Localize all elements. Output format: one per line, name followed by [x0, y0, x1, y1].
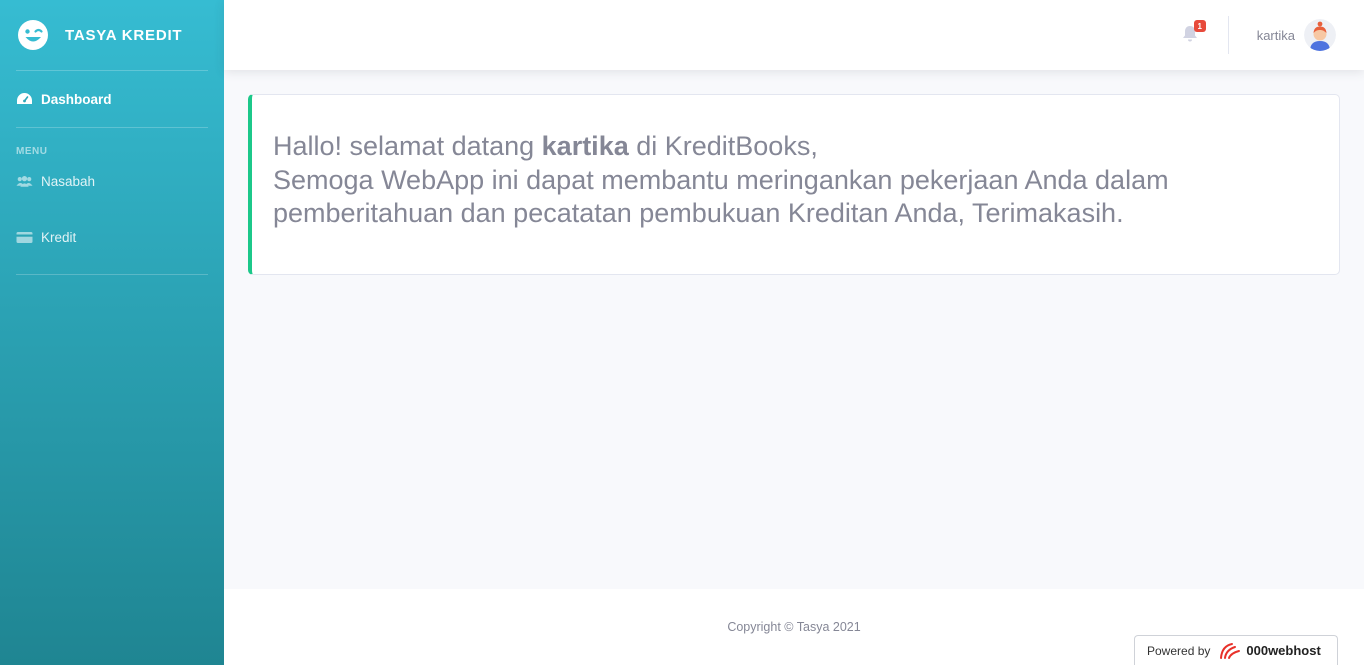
- sidebar-item-nasabah[interactable]: Nasabah: [0, 162, 224, 200]
- sidebar-item-dashboard[interactable]: Dashboard: [0, 71, 224, 127]
- powered-by-badge[interactable]: Powered by 000webhost: [1134, 635, 1338, 665]
- notifications-button[interactable]: 1: [1182, 20, 1206, 47]
- user-avatar-icon: [1304, 19, 1336, 51]
- welcome-user: kartika: [541, 131, 629, 161]
- tachometer-icon: [16, 92, 33, 106]
- powered-by-host: 000webhost: [1246, 643, 1321, 658]
- topbar: 1 kartika: [224, 0, 1364, 70]
- sidebar: TASYA KREDIT Dashboard MENU Nasabah Kred…: [0, 0, 224, 665]
- topbar-divider: [1227, 16, 1229, 54]
- webhost-logo-icon: [1218, 642, 1242, 660]
- copyright-text: Copyright © Tasya 2021: [727, 620, 861, 634]
- wink-face-icon: [17, 19, 49, 51]
- users-icon: [16, 174, 33, 188]
- app-root: TASYA KREDIT Dashboard MENU Nasabah Kred…: [0, 0, 1364, 665]
- sidebar-brand[interactable]: TASYA KREDIT: [0, 0, 224, 70]
- sidebar-item-label: Nasabah: [41, 173, 96, 189]
- welcome-line-2: Semoga WebApp ini dapat membantu meringa…: [273, 164, 1169, 195]
- sidebar-item-label: Kredit: [41, 229, 77, 245]
- sidebar-divider: [16, 274, 208, 275]
- user-name: kartika: [1256, 27, 1295, 43]
- notification-count-badge: 1: [1193, 20, 1206, 32]
- credit-card-icon: [16, 230, 33, 244]
- welcome-message: Hallo! selamat datang kartika di KreditB…: [273, 130, 1319, 231]
- sidebar-item-kredit[interactable]: Kredit: [0, 200, 224, 274]
- welcome-line-3: pemberitahuan dan pecatatan pembukuan Kr…: [273, 198, 1124, 228]
- welcome-prefix: Hallo! selamat datang: [273, 131, 542, 161]
- welcome-suffix: di KreditBooks,: [628, 131, 818, 161]
- welcome-card: Hallo! selamat datang kartika di KreditB…: [248, 94, 1340, 275]
- page-content: Hallo! selamat datang kartika di KreditB…: [224, 70, 1364, 589]
- sidebar-item-label: Dashboard: [41, 91, 112, 107]
- bell-icon: [1182, 26, 1198, 47]
- sidebar-heading-menu: MENU: [16, 146, 48, 157]
- brand-name: TASYA KREDIT: [65, 26, 183, 44]
- powered-by-label: Powered by: [1147, 643, 1211, 658]
- main-area: 1 kartika Hallo! selamat datang kartika …: [224, 0, 1364, 665]
- user-menu[interactable]: kartika: [1257, 19, 1336, 51]
